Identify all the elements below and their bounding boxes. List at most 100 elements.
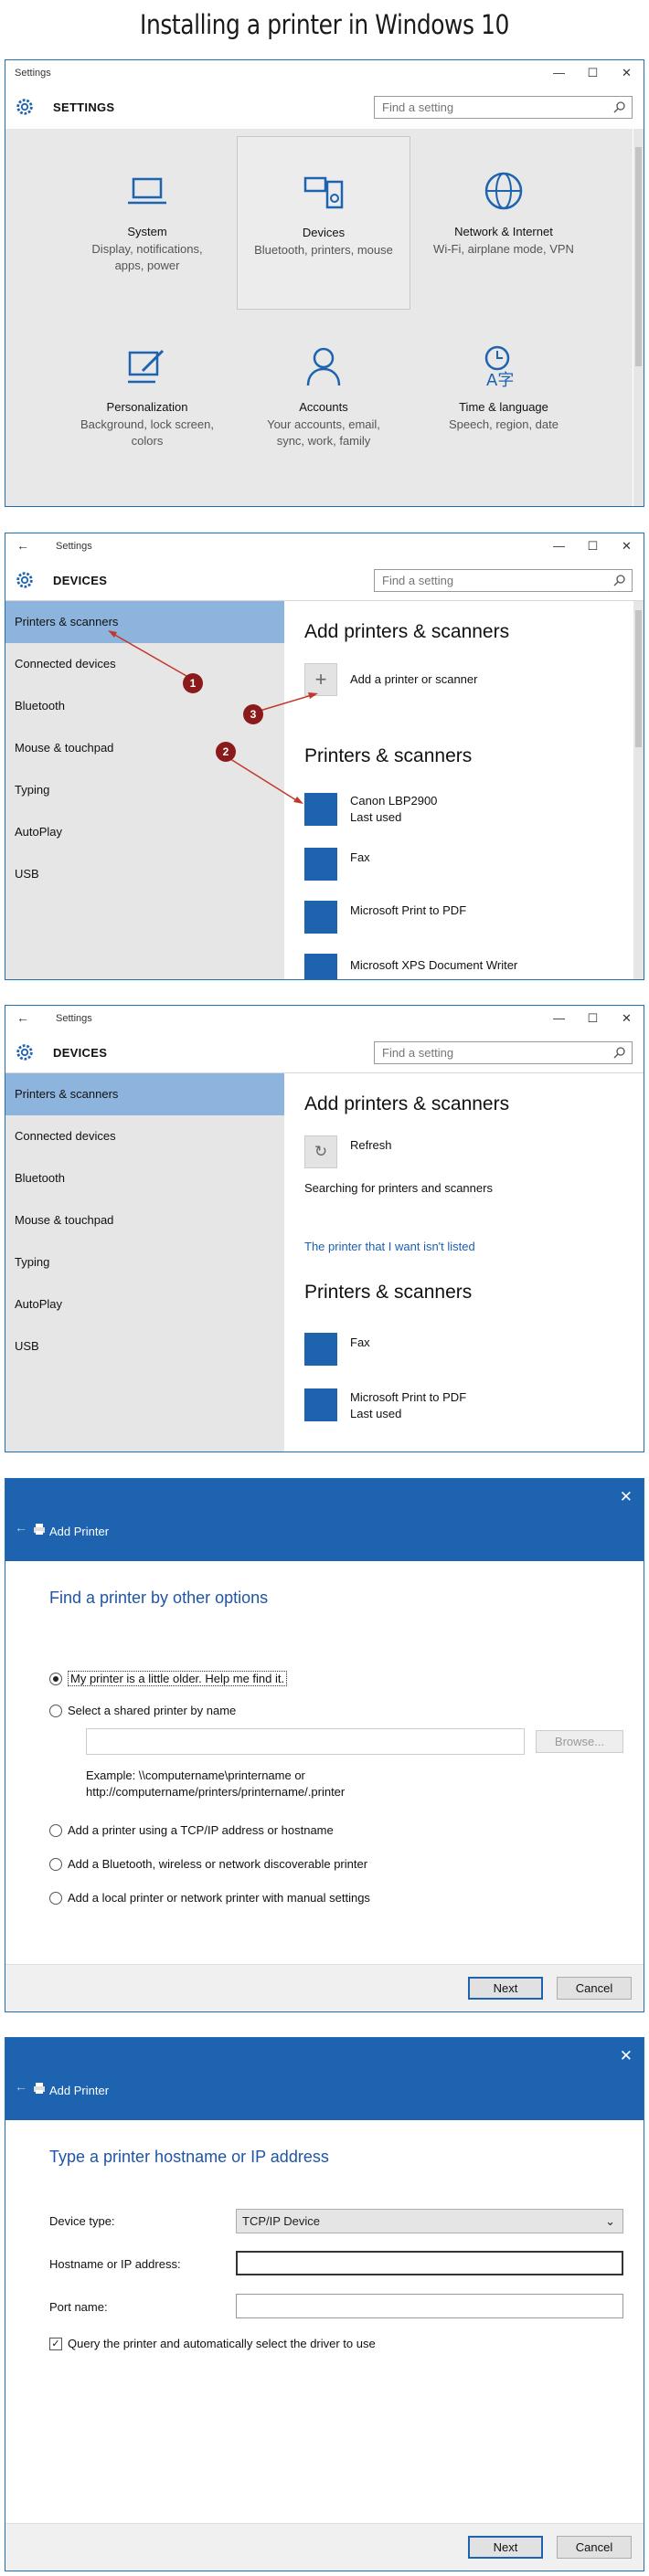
devices-header: DEVICES (5, 1031, 644, 1073)
sidebar-item-typing[interactable]: Typing (5, 1241, 284, 1283)
option-local[interactable]: Add a local printer or network printer w… (49, 1891, 370, 1905)
option-tcpip[interactable]: Add a printer using a TCP/IP address or … (49, 1823, 334, 1837)
option-shared-printer[interactable]: Select a shared printer by name (49, 1704, 236, 1717)
cancel-button[interactable]: Cancel (557, 1977, 632, 2000)
clock-language-icon: A字 (484, 345, 514, 389)
sidebar-item-mouse[interactable]: Mouse & touchpad (5, 1199, 284, 1241)
globe-icon (484, 172, 523, 210)
option-wireless[interactable]: Add a Bluetooth, wireless or network dis… (49, 1857, 367, 1871)
example-text: http://computername/printers/printername… (86, 1785, 346, 1799)
example-text: Example: \\computername\printername or (86, 1768, 305, 1782)
paint-icon (128, 349, 165, 384)
devices-window: ← Settings —☐✕ DEVICES Printers & scanne… (5, 533, 644, 980)
header-title: DEVICES (53, 1046, 108, 1060)
dialog-heading: Find a printer by other options (49, 1589, 269, 1607)
tile-devices[interactable]: Devices Bluetooth, printers, mouse (237, 136, 410, 310)
tile-name: Accounts (299, 400, 348, 414)
title-bar: ← Settings — ☐ ✕ (5, 1006, 644, 1031)
back-arrow-icon[interactable]: ← (15, 2079, 27, 2094)
laptop-icon (128, 177, 166, 205)
tile-desc: Display, notifications, apps, power (91, 242, 203, 272)
tile-personalization[interactable]: Personalization Background, lock screen,… (60, 311, 234, 485)
tile-desc: Bluetooth, printers, mouse (254, 243, 393, 257)
next-button[interactable]: Next (468, 2536, 543, 2559)
printer-item[interactable]: Fax (350, 1335, 370, 1351)
scrollbar[interactable] (633, 129, 644, 506)
hostname-label: Hostname or IP address: (49, 2257, 181, 2271)
close-icon[interactable]: ✕ (620, 1488, 633, 1506)
hostname-dialog: ✕ ← Add Printer Type a printer hostname … (5, 2037, 644, 2571)
step-badge: 1 (183, 673, 203, 693)
annotation-arrows (108, 630, 318, 804)
minimize-button[interactable]: — (542, 1006, 576, 1031)
tile-name: System (127, 225, 167, 238)
search-box[interactable] (374, 96, 633, 119)
fax-icon (304, 1333, 337, 1366)
back-arrow-icon[interactable]: ← (15, 1520, 27, 1535)
settings-home-window: Settings —☐✕ SETTINGS System Display, no… (5, 59, 644, 507)
sidebar-item-printers[interactable]: Printers & scanners (5, 1073, 284, 1115)
tile-system[interactable]: System Display, notifications, apps, pow… (60, 136, 234, 310)
page-heading: Installing a printer in Windows 10 (140, 9, 509, 40)
search-icon (613, 101, 625, 113)
window-title: Settings (56, 1013, 92, 1024)
add-printers-heading: Add printers & scanners (304, 1093, 510, 1114)
dialog-heading: Type a printer hostname or IP address (49, 2148, 329, 2166)
minimize-button[interactable]: — (542, 60, 576, 86)
close-button[interactable]: ✕ (610, 1006, 644, 1031)
devices-sidebar: Printers & scanners Connected devices Bl… (5, 1073, 284, 1452)
radio-button (49, 1704, 62, 1717)
port-name-input[interactable] (236, 2294, 623, 2318)
settings-categories: System Display, notifications, apps, pow… (5, 129, 633, 506)
gear-icon (16, 99, 33, 115)
back-arrow-icon[interactable]: ← (16, 1010, 29, 1025)
radio-button (49, 1672, 62, 1685)
device-type-select[interactable]: TCP/IP Device ⌄ (236, 2209, 623, 2233)
query-printer-checkbox[interactable]: ✓ Query the printer and automatically sel… (49, 2337, 376, 2350)
tile-desc: Background, lock screen, colors (80, 417, 214, 448)
search-input[interactable] (382, 1046, 601, 1060)
header-title: SETTINGS (53, 100, 115, 114)
tile-network[interactable]: Network & Internet Wi-Fi, airplane mode,… (417, 136, 590, 310)
next-button[interactable]: Next (468, 1977, 543, 2000)
pdf-printer-icon (304, 1388, 337, 1421)
radio-button (49, 1857, 62, 1871)
dialog-header: ✕ ← Add Printer (5, 1479, 644, 1561)
dialog-header: ✕ ← Add Printer (5, 2038, 644, 2120)
tile-name: Personalization (106, 400, 188, 414)
sidebar-item-bluetooth[interactable]: Bluetooth (5, 1157, 284, 1199)
maximize-button[interactable]: ☐ (576, 60, 610, 86)
sidebar-item-autoplay[interactable]: AutoPlay (5, 1283, 284, 1325)
dialog-body: Type a printer hostname or IP address De… (5, 2120, 644, 2571)
printer-item[interactable]: Microsoft Print to PDF Last used (350, 1389, 466, 1422)
devices-main: Add printers & scanners ↻ Refresh Search… (284, 1073, 644, 1452)
person-icon (306, 347, 341, 386)
option-older-printer[interactable]: My printer is a little older. Help me fi… (49, 1671, 288, 1686)
close-button[interactable]: ✕ (610, 60, 644, 86)
step-badge: 2 (216, 742, 236, 762)
tile-time-language[interactable]: A字 Time & language Speech, region, date (417, 311, 590, 485)
title-bar: Settings — ☐ ✕ (5, 60, 644, 86)
browse-button[interactable]: Browse... (536, 1730, 623, 1753)
search-box[interactable] (374, 1041, 633, 1064)
close-icon[interactable]: ✕ (620, 2047, 633, 2065)
cancel-button[interactable]: Cancel (557, 2536, 632, 2559)
tile-desc: Wi-Fi, airplane mode, VPN (433, 242, 574, 256)
gear-icon (16, 1044, 33, 1061)
port-name-label: Port name: (49, 2300, 108, 2314)
shared-printer-input[interactable] (86, 1728, 525, 1755)
keyboard-speaker-icon (303, 176, 344, 209)
tile-accounts[interactable]: Accounts Your accounts, email, sync, wor… (237, 311, 410, 485)
hostname-input[interactable] (236, 2251, 623, 2275)
refresh-label[interactable]: Refresh (350, 1137, 392, 1154)
tile-desc: Your accounts, email, sync, work, family (267, 417, 380, 448)
search-input[interactable] (382, 100, 601, 114)
tile-name: Network & Internet (454, 225, 553, 238)
maximize-button[interactable]: ☐ (576, 1006, 610, 1031)
refresh-icon[interactable]: ↻ (304, 1135, 337, 1168)
sidebar-item-usb[interactable]: USB (5, 1325, 284, 1367)
sidebar-item-connected[interactable]: Connected devices (5, 1115, 284, 1157)
not-listed-link[interactable]: The printer that I want isn't listed (304, 1240, 475, 1253)
printers-heading: Printers & scanners (304, 1282, 473, 1303)
step-badge: 3 (243, 704, 263, 724)
